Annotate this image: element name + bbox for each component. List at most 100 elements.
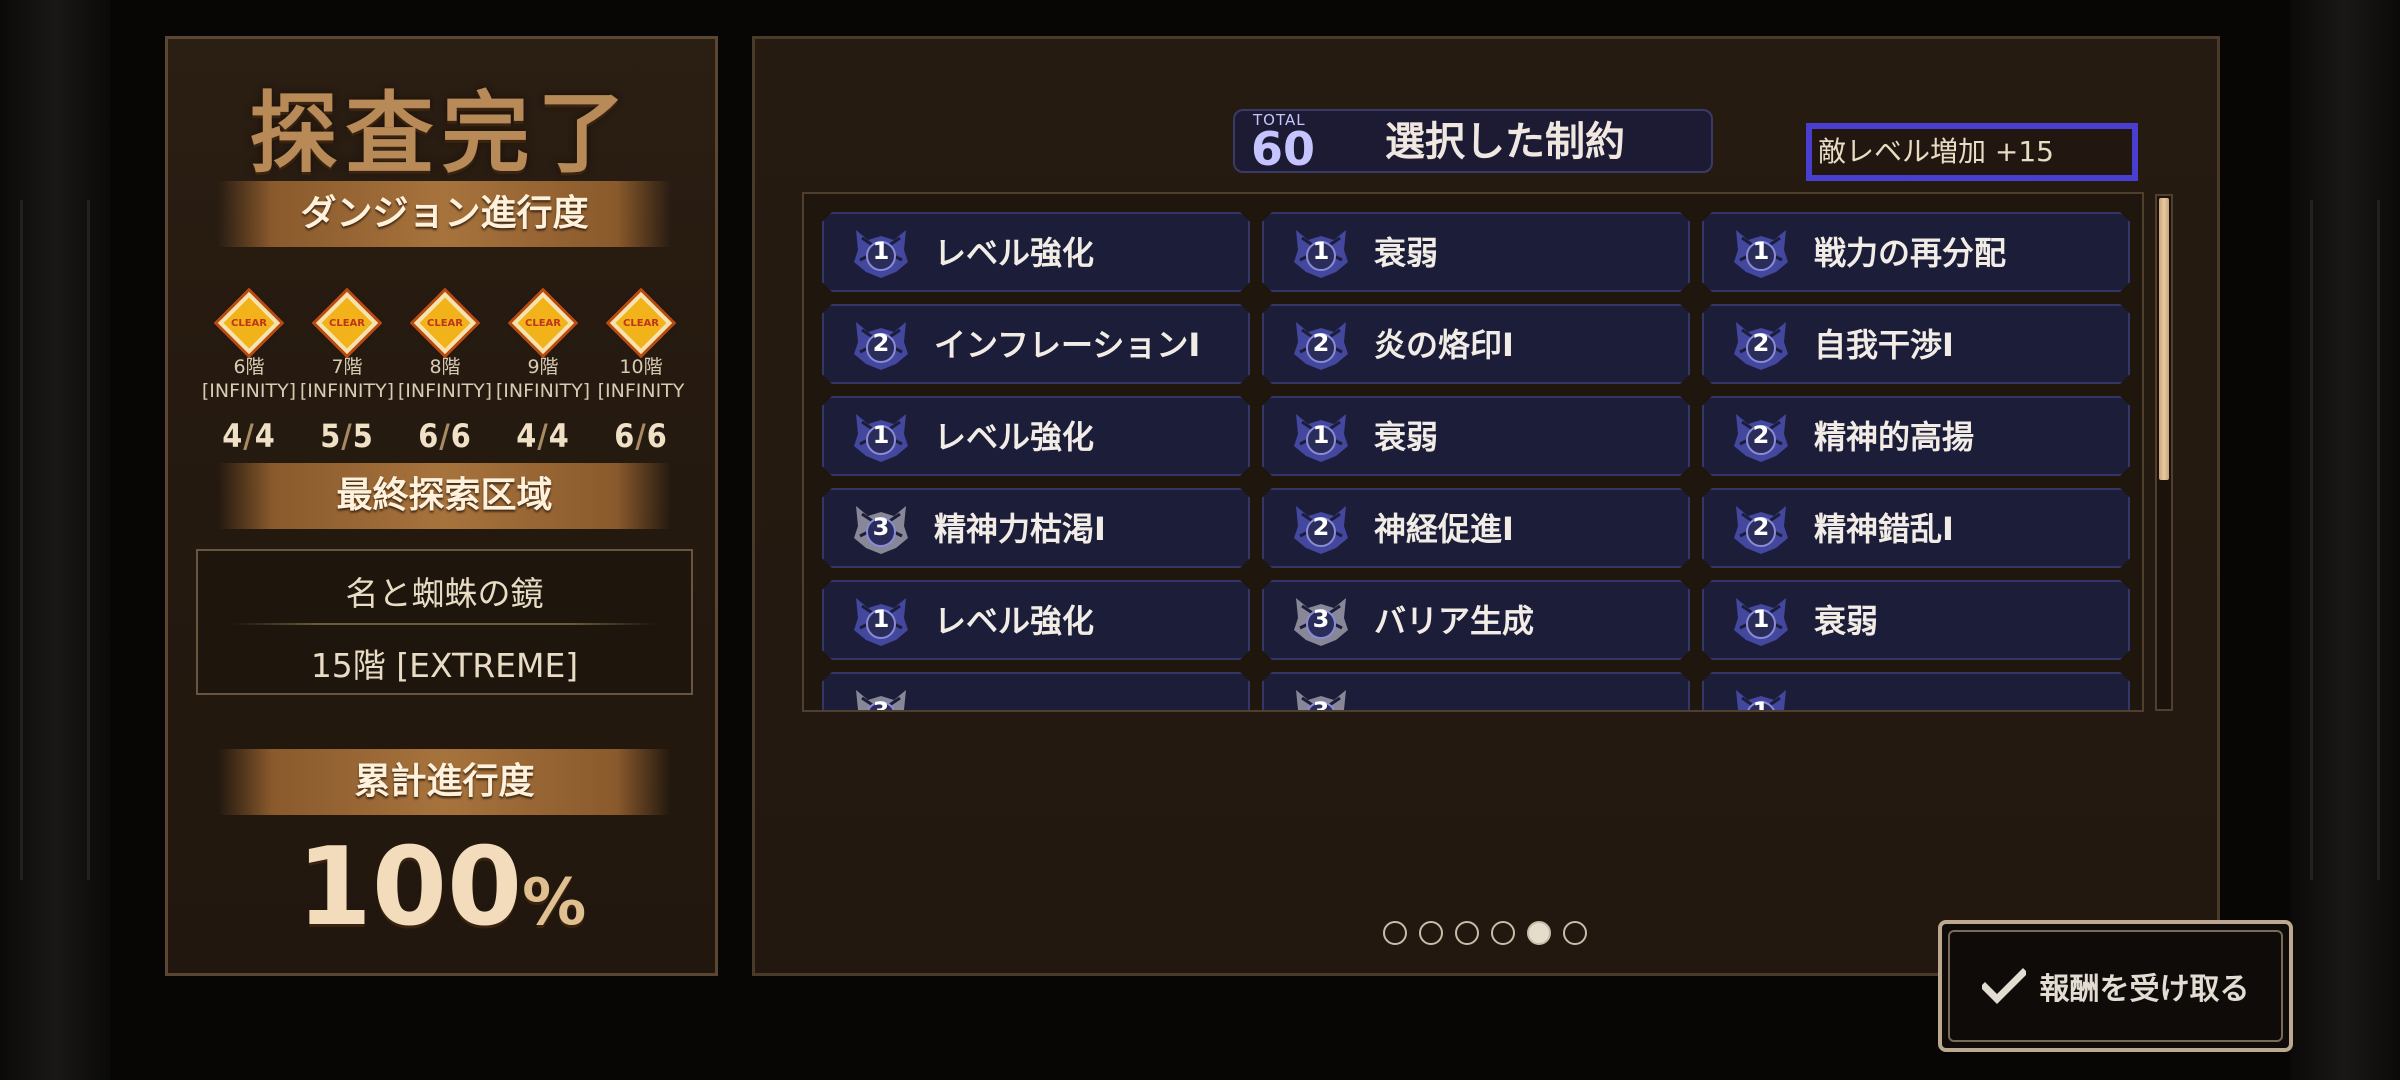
constraint-level: 1	[872, 605, 890, 633]
constraint-level-icon: 1	[1730, 224, 1792, 282]
constraint-card[interactable]: 1 衰弱	[1702, 580, 2130, 660]
constraint-card[interactable]: 2 自我干渉I	[1702, 304, 2130, 384]
page-dot[interactable]	[1383, 921, 1407, 945]
page-dot[interactable]	[1419, 921, 1443, 945]
floor-label: 6階	[233, 356, 265, 378]
constraint-level: 3	[1312, 605, 1330, 633]
constraint-card[interactable]: 2 精神錯乱I	[1702, 488, 2130, 568]
page-dot[interactable]	[1563, 921, 1587, 945]
constraint-level-icon: 2	[1290, 500, 1352, 558]
clear-badge-icon: CLEAR	[511, 291, 575, 355]
floor-difficulty: [INFINITY]	[397, 380, 493, 402]
constraint-level: 3	[872, 513, 890, 541]
constraint-name: 精神力枯渇I	[934, 510, 1106, 548]
floor-item: CLEAR 7階 [INFINITY] 5/5	[298, 291, 396, 455]
game-screen: 探査完了 ダンジョン進行度 CLEAR 6階 [INFINITY] 4/4 CL…	[0, 0, 2400, 1080]
check-icon	[1981, 968, 2026, 1004]
constraint-card[interactable]: 3	[1262, 672, 1690, 710]
constraint-card[interactable]: 3 バリア生成	[1262, 580, 1690, 660]
page-indicator	[1383, 921, 1587, 945]
final-area-floor: 15階 [EXTREME]	[310, 646, 579, 685]
floor-label: 8階	[429, 356, 461, 378]
constraint-card[interactable]: 1 レベル強化	[822, 580, 1250, 660]
clear-badge-icon: CLEAR	[315, 291, 379, 355]
floor-progress-count: 5/5	[320, 417, 374, 455]
constraint-name: 精神錯乱I	[1814, 510, 1954, 548]
constraint-level: 1	[872, 237, 890, 265]
constraint-level: 1	[1752, 697, 1770, 712]
floor-difficulty: [INFINITY]	[299, 380, 395, 402]
constraint-level-icon: 1	[1730, 684, 1792, 712]
final-area-name: 名と蜘蛛の鏡	[345, 574, 544, 613]
floor-difficulty: [INFINITY]	[201, 380, 297, 402]
floor-item: CLEAR 6階 [INFINITY] 4/4	[200, 291, 298, 455]
constraint-level-icon: 1	[850, 224, 912, 282]
floor-progress-count: 6/6	[614, 417, 668, 455]
scrollbar-thumb[interactable]	[2159, 198, 2169, 480]
constraint-level: 3	[872, 697, 890, 712]
constraint-level: 1	[1752, 605, 1770, 633]
constraint-level-icon: 1	[1290, 408, 1352, 466]
page-dot[interactable]	[1491, 921, 1515, 945]
floor-difficulty: [INFINITY	[597, 380, 685, 402]
constraint-name: 衰弱	[1814, 602, 1879, 640]
constraint-name: 神経促進I	[1374, 510, 1514, 548]
constraint-level-icon: 2	[1730, 316, 1792, 374]
constraint-grid[interactable]: 1 レベル強化 1 衰弱 1 戦力の再分配 2 インフレーションI 2 炎の烙印I 2 自我干渉I 1 レ…	[802, 192, 2144, 712]
page-dot[interactable]	[1455, 921, 1479, 945]
constraint-card[interactable]: 1 戦力の再分配	[1702, 212, 2130, 292]
floor-label: 7階	[331, 356, 363, 378]
dungeon-progress-banner: ダンジョン進行度	[218, 181, 671, 247]
constraint-card[interactable]: 2 精神的高揚	[1702, 396, 2130, 476]
floor-progress-list: CLEAR 6階 [INFINITY] 4/4 CLEAR 7階 [INFINI…	[200, 291, 690, 455]
total-progress-banner: 累計進行度	[218, 749, 671, 815]
clear-badge-icon: CLEAR	[609, 291, 673, 355]
constraint-level: 1	[1752, 237, 1770, 265]
constraint-level-icon: 1	[850, 592, 912, 650]
constraint-level-icon: 3	[1290, 592, 1352, 650]
constraint-card[interactable]: 2 炎の烙印I	[1262, 304, 1690, 384]
constraint-card[interactable]: 1 レベル強化	[822, 212, 1250, 292]
constraint-card[interactable]: 3	[822, 672, 1250, 712]
constraint-name: バリア生成	[1374, 602, 1535, 640]
final-area-banner: 最終探索区域	[218, 463, 671, 529]
selected-constraints-header: TOTAL 60 選択した制約	[1233, 109, 1713, 175]
left-frame-decoration	[0, 0, 110, 1080]
constraint-card[interactable]: 2 神経促進I	[1262, 488, 1690, 568]
page-dot[interactable]	[1527, 921, 1551, 945]
constraint-name: レベル強化	[934, 418, 1095, 456]
constraint-card[interactable]: 1 衰弱	[1262, 212, 1690, 292]
floor-label: 9階	[527, 356, 559, 378]
constraint-card[interactable]: 1	[1702, 672, 2130, 712]
constraint-level: 2	[1752, 329, 1770, 357]
constraint-level: 2	[1312, 329, 1330, 357]
constraint-level-icon: 1	[1730, 592, 1792, 650]
constraint-name: 衰弱	[1374, 234, 1439, 272]
floor-progress-count: 6/6	[418, 417, 472, 455]
constraint-card[interactable]: 3 精神力枯渇I	[822, 488, 1250, 568]
constraint-level: 2	[872, 329, 890, 357]
constraint-level: 1	[872, 421, 890, 449]
floor-progress-count: 4/4	[222, 417, 276, 455]
right-frame-decoration	[2290, 0, 2400, 1080]
receive-reward-button[interactable]: 報酬を受け取る	[1938, 920, 2293, 1052]
constraint-name: 精神的高揚	[1814, 418, 1975, 456]
constraint-scrollbar[interactable]	[2155, 194, 2173, 711]
constraint-level-icon: 2	[1730, 408, 1792, 466]
receive-reward-label: 報酬を受け取る	[2039, 972, 2250, 1007]
constraint-level: 1	[1312, 421, 1330, 449]
floor-progress-count: 4/4	[516, 417, 570, 455]
constraint-name: 戦力の再分配	[1814, 234, 2007, 272]
constraint-level-icon: 3	[850, 684, 912, 712]
constraint-card[interactable]: 1 衰弱	[1262, 396, 1690, 476]
constraint-level: 2	[1752, 421, 1770, 449]
final-area-box: 名と蜘蛛の鏡 15階 [EXTREME]	[196, 549, 693, 695]
constraint-level: 2	[1752, 513, 1770, 541]
area-divider	[233, 623, 656, 625]
constraint-level-icon: 2	[850, 316, 912, 374]
selected-constraints-title: 選択した制約	[1385, 119, 1625, 165]
constraint-level: 2	[1312, 513, 1330, 541]
floor-label: 10階	[619, 356, 663, 378]
constraint-card[interactable]: 2 インフレーションI	[822, 304, 1250, 384]
constraint-card[interactable]: 1 レベル強化	[822, 396, 1250, 476]
